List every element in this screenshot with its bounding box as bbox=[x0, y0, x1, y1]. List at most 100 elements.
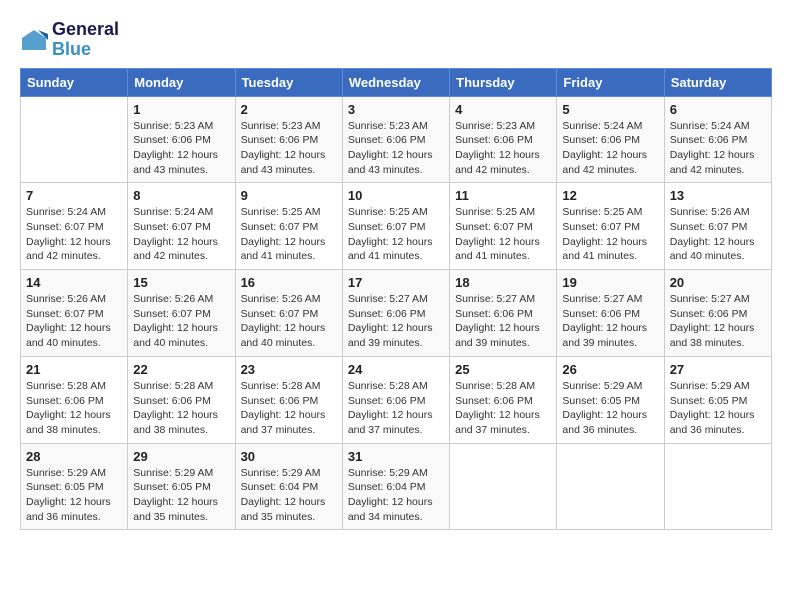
calendar-week-1: 1Sunrise: 5:23 AM Sunset: 6:06 PM Daylig… bbox=[21, 96, 772, 183]
day-number: 18 bbox=[455, 275, 551, 290]
day-info: Sunrise: 5:24 AM Sunset: 6:07 PM Dayligh… bbox=[133, 205, 229, 264]
header-day-tuesday: Tuesday bbox=[235, 68, 342, 96]
calendar-cell: 5 Sunrise: 5:24 AM Sunset: 6:06 PM Daylig… bbox=[557, 96, 664, 183]
header-day-sunday: Sunday bbox=[21, 68, 128, 96]
calendar-cell: 24 Sunrise: 5:28 AM Sunset: 6:06 PM Dayli… bbox=[342, 356, 449, 443]
day-number: 31 bbox=[348, 449, 444, 464]
calendar-cell: 3Sunrise: 5:23 AM Sunset: 6:06 PM Daylig… bbox=[342, 96, 449, 183]
day-info: Sunrise: 5:24 AM Sunset: 6:06 PM Dayligh… bbox=[562, 119, 658, 178]
header-day-thursday: Thursday bbox=[450, 68, 557, 96]
day-number: 9 bbox=[241, 188, 337, 203]
calendar-week-4: 21 Sunrise: 5:28 AM Sunset: 6:06 PM Dayli… bbox=[21, 356, 772, 443]
calendar-cell bbox=[557, 443, 664, 530]
day-number: 28 bbox=[26, 449, 122, 464]
calendar-cell: 17 Sunrise: 5:27 AM Sunset: 6:06 PM Dayli… bbox=[342, 270, 449, 357]
calendar-cell: 26 Sunrise: 5:29 AM Sunset: 6:05 PM Dayli… bbox=[557, 356, 664, 443]
day-info: Sunrise: 5:29 AM Sunset: 6:04 PM Dayligh… bbox=[241, 466, 337, 525]
calendar-cell: 12 Sunrise: 5:25 AM Sunset: 6:07 PM Dayli… bbox=[557, 183, 664, 270]
calendar-cell: 13 Sunrise: 5:26 AM Sunset: 6:07 PM Dayli… bbox=[664, 183, 771, 270]
calendar-cell: 6 Sunrise: 5:24 AM Sunset: 6:06 PM Daylig… bbox=[664, 96, 771, 183]
day-number: 22 bbox=[133, 362, 229, 377]
day-info: Sunrise: 5:25 AM Sunset: 6:07 PM Dayligh… bbox=[455, 205, 551, 264]
calendar-cell bbox=[21, 96, 128, 183]
calendar-cell: 1Sunrise: 5:23 AM Sunset: 6:06 PM Daylig… bbox=[128, 96, 235, 183]
logo-text-block: General Blue bbox=[52, 20, 119, 60]
day-info: Sunrise: 5:24 AM Sunset: 6:06 PM Dayligh… bbox=[670, 119, 766, 178]
header-day-wednesday: Wednesday bbox=[342, 68, 449, 96]
calendar-cell: 29Sunrise: 5:29 AM Sunset: 6:05 PM Dayli… bbox=[128, 443, 235, 530]
day-info: Sunrise: 5:26 AM Sunset: 6:07 PM Dayligh… bbox=[670, 205, 766, 264]
day-info: Sunrise: 5:27 AM Sunset: 6:06 PM Dayligh… bbox=[670, 292, 766, 351]
logo-icon bbox=[20, 28, 48, 52]
day-info: Sunrise: 5:26 AM Sunset: 6:07 PM Dayligh… bbox=[26, 292, 122, 351]
page-header: General Blue bbox=[20, 20, 772, 60]
calendar-cell: 15Sunrise: 5:26 AM Sunset: 6:07 PM Dayli… bbox=[128, 270, 235, 357]
day-info: Sunrise: 5:29 AM Sunset: 6:04 PM Dayligh… bbox=[348, 466, 444, 525]
calendar-cell: 30 Sunrise: 5:29 AM Sunset: 6:04 PM Dayli… bbox=[235, 443, 342, 530]
calendar-cell: 28 Sunrise: 5:29 AM Sunset: 6:05 PM Dayli… bbox=[21, 443, 128, 530]
calendar-body: 1Sunrise: 5:23 AM Sunset: 6:06 PM Daylig… bbox=[21, 96, 772, 530]
calendar-cell: 9 Sunrise: 5:25 AM Sunset: 6:07 PM Daylig… bbox=[235, 183, 342, 270]
header-day-friday: Friday bbox=[557, 68, 664, 96]
calendar-cell: 21 Sunrise: 5:28 AM Sunset: 6:06 PM Dayli… bbox=[21, 356, 128, 443]
calendar-header-row: SundayMondayTuesdayWednesdayThursdayFrid… bbox=[21, 68, 772, 96]
calendar-cell: 4 Sunrise: 5:23 AM Sunset: 6:06 PM Daylig… bbox=[450, 96, 557, 183]
day-number: 27 bbox=[670, 362, 766, 377]
day-info: Sunrise: 5:23 AM Sunset: 6:06 PM Dayligh… bbox=[455, 119, 551, 178]
day-number: 23 bbox=[241, 362, 337, 377]
calendar-cell bbox=[450, 443, 557, 530]
day-info: Sunrise: 5:26 AM Sunset: 6:07 PM Dayligh… bbox=[133, 292, 229, 351]
day-number: 20 bbox=[670, 275, 766, 290]
calendar-cell: 16 Sunrise: 5:26 AM Sunset: 6:07 PM Dayli… bbox=[235, 270, 342, 357]
day-number: 17 bbox=[348, 275, 444, 290]
day-info: Sunrise: 5:29 AM Sunset: 6:05 PM Dayligh… bbox=[26, 466, 122, 525]
day-number: 26 bbox=[562, 362, 658, 377]
day-info: Sunrise: 5:28 AM Sunset: 6:06 PM Dayligh… bbox=[133, 379, 229, 438]
day-number: 24 bbox=[348, 362, 444, 377]
day-number: 12 bbox=[562, 188, 658, 203]
day-number: 4 bbox=[455, 102, 551, 117]
day-info: Sunrise: 5:25 AM Sunset: 6:07 PM Dayligh… bbox=[562, 205, 658, 264]
day-number: 5 bbox=[562, 102, 658, 117]
day-number: 11 bbox=[455, 188, 551, 203]
day-number: 19 bbox=[562, 275, 658, 290]
day-info: Sunrise: 5:28 AM Sunset: 6:06 PM Dayligh… bbox=[26, 379, 122, 438]
calendar-cell: 31 Sunrise: 5:29 AM Sunset: 6:04 PM Dayli… bbox=[342, 443, 449, 530]
day-number: 7 bbox=[26, 188, 122, 203]
day-number: 8 bbox=[133, 188, 229, 203]
day-info: Sunrise: 5:27 AM Sunset: 6:06 PM Dayligh… bbox=[562, 292, 658, 351]
logo-blue: Blue bbox=[52, 40, 119, 60]
day-info: Sunrise: 5:23 AM Sunset: 6:06 PM Dayligh… bbox=[133, 119, 229, 178]
calendar-cell: 11 Sunrise: 5:25 AM Sunset: 6:07 PM Dayli… bbox=[450, 183, 557, 270]
day-info: Sunrise: 5:25 AM Sunset: 6:07 PM Dayligh… bbox=[348, 205, 444, 264]
day-info: Sunrise: 5:29 AM Sunset: 6:05 PM Dayligh… bbox=[562, 379, 658, 438]
calendar-cell: 18Sunrise: 5:27 AM Sunset: 6:06 PM Dayli… bbox=[450, 270, 557, 357]
day-number: 21 bbox=[26, 362, 122, 377]
day-info: Sunrise: 5:29 AM Sunset: 6:05 PM Dayligh… bbox=[670, 379, 766, 438]
calendar-cell: 20 Sunrise: 5:27 AM Sunset: 6:06 PM Dayli… bbox=[664, 270, 771, 357]
calendar-cell: 2 Sunrise: 5:23 AM Sunset: 6:06 PM Daylig… bbox=[235, 96, 342, 183]
calendar-cell: 25Sunrise: 5:28 AM Sunset: 6:06 PM Dayli… bbox=[450, 356, 557, 443]
header-day-monday: Monday bbox=[128, 68, 235, 96]
day-info: Sunrise: 5:26 AM Sunset: 6:07 PM Dayligh… bbox=[241, 292, 337, 351]
logo: General Blue bbox=[20, 20, 119, 60]
day-number: 6 bbox=[670, 102, 766, 117]
day-info: Sunrise: 5:29 AM Sunset: 6:05 PM Dayligh… bbox=[133, 466, 229, 525]
day-number: 16 bbox=[241, 275, 337, 290]
day-info: Sunrise: 5:27 AM Sunset: 6:06 PM Dayligh… bbox=[348, 292, 444, 351]
day-info: Sunrise: 5:25 AM Sunset: 6:07 PM Dayligh… bbox=[241, 205, 337, 264]
calendar-cell: 27 Sunrise: 5:29 AM Sunset: 6:05 PM Dayli… bbox=[664, 356, 771, 443]
day-number: 30 bbox=[241, 449, 337, 464]
calendar-week-2: 7 Sunrise: 5:24 AM Sunset: 6:07 PM Daylig… bbox=[21, 183, 772, 270]
day-info: Sunrise: 5:28 AM Sunset: 6:06 PM Dayligh… bbox=[241, 379, 337, 438]
calendar-cell: 14Sunrise: 5:26 AM Sunset: 6:07 PM Dayli… bbox=[21, 270, 128, 357]
day-number: 13 bbox=[670, 188, 766, 203]
day-info: Sunrise: 5:23 AM Sunset: 6:06 PM Dayligh… bbox=[241, 119, 337, 178]
day-number: 25 bbox=[455, 362, 551, 377]
calendar-cell: 23 Sunrise: 5:28 AM Sunset: 6:06 PM Dayli… bbox=[235, 356, 342, 443]
calendar-cell: 22 Sunrise: 5:28 AM Sunset: 6:06 PM Dayli… bbox=[128, 356, 235, 443]
day-info: Sunrise: 5:28 AM Sunset: 6:06 PM Dayligh… bbox=[348, 379, 444, 438]
day-number: 2 bbox=[241, 102, 337, 117]
day-info: Sunrise: 5:24 AM Sunset: 6:07 PM Dayligh… bbox=[26, 205, 122, 264]
calendar-cell: 19 Sunrise: 5:27 AM Sunset: 6:06 PM Dayli… bbox=[557, 270, 664, 357]
